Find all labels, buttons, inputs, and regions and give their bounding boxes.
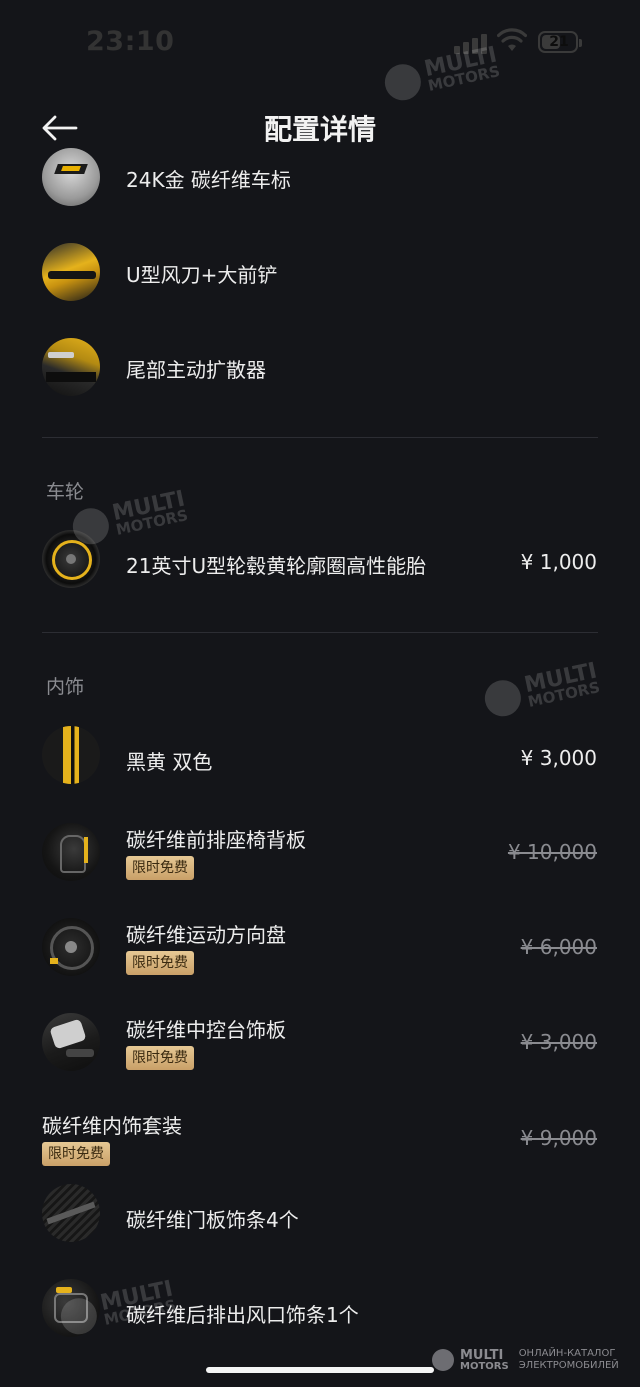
list-item[interactable]: 碳纤维门板饰条4个: [0, 1184, 640, 1248]
list-item[interactable]: 碳纤维中控台饰板 限时免费 ¥ 3,000: [0, 1008, 640, 1078]
item-price: ¥ 3,000: [520, 746, 597, 770]
limited-free-badge: 限时免费: [126, 856, 194, 880]
page-title: 配置详情: [263, 113, 376, 146]
item-label: 尾部主动扩散器: [126, 358, 266, 382]
list-item[interactable]: 尾部主动扩散器: [0, 335, 640, 399]
home-indicator[interactable]: [206, 1367, 434, 1373]
item-price: ¥ 10,000: [507, 840, 597, 864]
limited-free-badge: 限时免费: [42, 1142, 110, 1166]
status-time: 23:10: [86, 26, 175, 57]
list-item[interactable]: 24K金 碳纤维车标: [0, 148, 640, 206]
battery-icon: 21: [538, 31, 582, 53]
item-label: U型风刀+大前铲: [126, 263, 278, 287]
item-label: 碳纤维门板饰条4个: [126, 1208, 299, 1232]
item-price: ¥ 6,000: [520, 935, 597, 959]
item-label: 碳纤维运动方向盘: [126, 923, 286, 947]
limited-free-badge: 限时免费: [126, 1046, 194, 1070]
wheel-thumbnail: [42, 530, 100, 588]
item-label: 24K金 碳纤维车标: [126, 168, 291, 192]
wifi-icon: [497, 28, 527, 51]
package-label: 碳纤维内饰套装: [42, 1114, 182, 1138]
black-yellow-color-thumbnail: [42, 726, 100, 784]
item-label: 碳纤维中控台饰板: [126, 1018, 286, 1042]
footer-tagline: ОНЛАЙН-КАТАЛОГ ЭЛЕКТРОМОБИЛЕЙ: [518, 1347, 619, 1372]
center-console-thumbnail: [42, 1013, 100, 1071]
status-bar: 23:10 21: [0, 0, 640, 88]
brand-logo-icon: [432, 1349, 454, 1371]
section-divider: [42, 437, 598, 438]
list-item[interactable]: U型风刀+大前铲: [0, 240, 640, 304]
item-label: 碳纤维后排出风口饰条1个: [126, 1303, 359, 1327]
carbon-badge-thumbnail: [42, 148, 100, 206]
rear-vent-thumbnail: [42, 1279, 100, 1337]
battery-level: 21: [549, 34, 569, 50]
section-title-interior: 内饰: [46, 676, 85, 698]
item-label: 21英寸U型轮毂黄轮廓圈高性能胎: [126, 554, 427, 578]
section-divider: [42, 632, 598, 633]
steering-wheel-thumbnail: [42, 918, 100, 976]
footer-brand: MULTI MOTORS ОНЛАЙН-КАТАЛОГ ЭЛЕКТРОМОБИЛЕЙ: [432, 1344, 619, 1376]
rear-diffuser-thumbnail: [42, 338, 100, 396]
list-item[interactable]: 碳纤维后排出风口饰条1个: [0, 1279, 640, 1343]
carbon-seat-back-thumbnail: [42, 823, 100, 881]
list-item[interactable]: 碳纤维前排座椅背板 限时免费 ¥ 10,000: [0, 818, 640, 888]
list-item[interactable]: 21英寸U型轮毂黄轮廓圈高性能胎 ¥ 1,000: [0, 530, 640, 594]
item-price: ¥ 9,000: [520, 1126, 597, 1150]
door-trim-thumbnail: [42, 1184, 100, 1242]
item-price: ¥ 1,000: [520, 550, 597, 574]
list-item[interactable]: 碳纤维运动方向盘 限时免费 ¥ 6,000: [0, 913, 640, 983]
list-item[interactable]: 黑黄 双色 ¥ 3,000: [0, 726, 640, 790]
limited-free-badge: 限时免费: [126, 951, 194, 975]
section-title-wheels: 车轮: [46, 481, 85, 503]
package-item[interactable]: 碳纤维内饰套装 限时免费 ¥ 9,000: [0, 1104, 640, 1174]
watermark: MULTI MOTORS: [481, 659, 602, 720]
item-price: ¥ 3,000: [520, 1030, 597, 1054]
cellular-signal-icon: [454, 32, 494, 54]
item-label: 黑黄 双色: [126, 750, 213, 774]
footer-brand-name: MULTI MOTORS: [460, 1347, 509, 1372]
item-label: 碳纤维前排座椅背板: [126, 828, 306, 852]
front-splitter-thumbnail: [42, 243, 100, 301]
